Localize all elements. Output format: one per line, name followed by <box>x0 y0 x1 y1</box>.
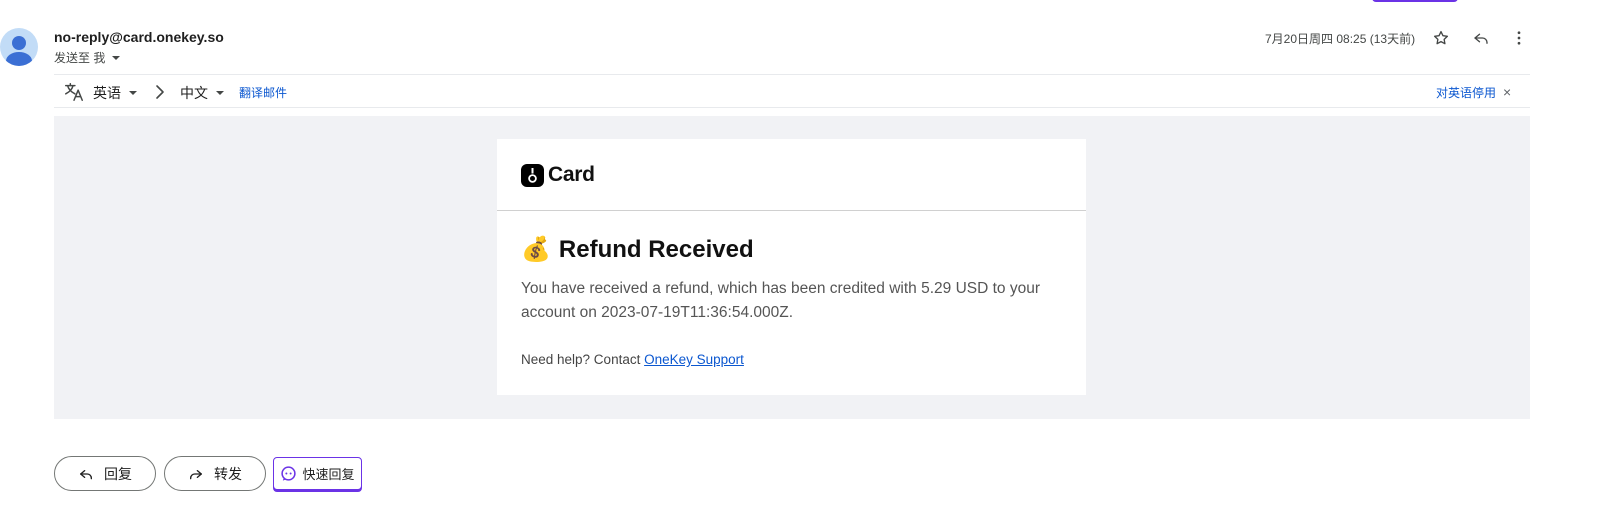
top-accent-bar <box>1372 0 1458 2</box>
chevron-down-icon <box>129 91 137 95</box>
sender-avatar[interactable] <box>0 28 38 66</box>
email-timestamp: 7月20日周四 08:25 (13天前) <box>1265 32 1416 46</box>
translate-icon <box>63 81 85 106</box>
forward-icon <box>190 469 202 479</box>
onekey-support-link[interactable]: OneKey Support <box>644 352 744 367</box>
reply-action-button[interactable]: 回复 <box>54 456 156 491</box>
target-language-select[interactable]: 中文 <box>180 83 224 103</box>
sender-address: no-reply@card.onekey.so <box>54 29 224 45</box>
money-bag-icon: 💰 <box>521 236 551 263</box>
quick-reply-label: 快速回复 <box>302 467 355 482</box>
star-button[interactable] <box>1430 27 1452 49</box>
recipient-label: 发送至 我 <box>54 51 106 65</box>
onekey-logo-icon <box>521 163 544 187</box>
chevron-down-icon <box>216 91 224 95</box>
star-icon <box>1433 30 1449 45</box>
reply-button[interactable] <box>1470 27 1492 49</box>
email-heading: 💰 Refund Received <box>521 235 754 264</box>
forward-action-label: 转发 <box>214 465 242 482</box>
target-language-label: 中文 <box>180 85 208 101</box>
source-language-label: 英语 <box>93 85 121 101</box>
email-card: Card 💰 Refund Received You have received… <box>497 139 1086 395</box>
disable-translation-link[interactable]: 对英语停用 <box>1436 84 1496 101</box>
close-icon[interactable]: × <box>1503 84 1511 100</box>
translate-bar: 英语 中文 翻译邮件 对英语停用 × <box>54 74 1530 108</box>
more-options-button[interactable] <box>1508 27 1530 49</box>
person-icon <box>6 36 32 66</box>
chevron-down-icon[interactable] <box>112 55 121 60</box>
smart-reply-icon <box>281 466 297 481</box>
email-title: Refund Received <box>558 235 754 263</box>
translate-email-link[interactable]: 翻译邮件 <box>239 84 287 101</box>
more-vert-icon <box>1517 31 1521 45</box>
quick-reply-button[interactable]: 快速回复 <box>273 457 362 490</box>
email-card-header: Card <box>497 139 1086 211</box>
brand-logo: Card <box>521 163 595 187</box>
brand-name: Card <box>548 163 595 186</box>
help-line: Need help? Contact OneKey Support <box>521 352 744 367</box>
recipient-line[interactable]: 发送至 我 <box>54 49 121 66</box>
reply-icon <box>80 469 92 479</box>
help-prefix: Need help? Contact <box>521 352 645 367</box>
reply-icon <box>1474 33 1488 44</box>
forward-action-button[interactable]: 转发 <box>164 456 266 491</box>
email-message: You have received a refund, which has be… <box>521 280 1040 321</box>
chevron-right-icon <box>154 84 166 103</box>
reply-action-label: 回复 <box>104 465 132 482</box>
source-language-select[interactable]: 英语 <box>93 83 137 103</box>
